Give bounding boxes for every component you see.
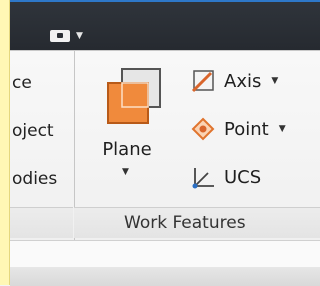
quick-access-button[interactable]: ▼ (50, 26, 100, 46)
ucs-label: UCS (224, 166, 262, 188)
ucs-icon (192, 168, 214, 189)
axis-button[interactable]: Axis ▼ (190, 65, 278, 97)
ribbon-item-partial-3[interactable]: odies (12, 169, 57, 189)
quick-access-icon (50, 30, 70, 42)
plane-button[interactable]: Plane ▼ (98, 63, 170, 193)
adjacent-panel-footer (10, 207, 73, 238)
point-label: Point (224, 118, 269, 140)
point-button[interactable]: Point ▼ (190, 113, 286, 145)
plane-icon (107, 68, 161, 124)
panel-title: Work Features (124, 213, 246, 233)
ribbon-item-partial-2[interactable]: oject (12, 121, 54, 141)
work-features-panel-title[interactable]: Work Features (74, 207, 320, 238)
axis-label: Axis (224, 70, 262, 92)
plane-label: Plane (102, 139, 152, 160)
chevron-down-icon: ▼ (271, 76, 279, 86)
chevron-down-icon: ▼ (278, 124, 286, 134)
title-bar: ▼ (0, 0, 320, 50)
ucs-button[interactable]: UCS (190, 161, 261, 193)
chevron-down-icon: ▼ (122, 167, 129, 177)
chevron-down-icon: ▼ (76, 30, 83, 41)
yellow-side-panel (0, 0, 10, 285)
ribbon-item-partial-1[interactable]: ce (12, 73, 32, 93)
point-icon (191, 117, 215, 141)
axis-icon (191, 70, 214, 93)
lower-area (10, 240, 320, 286)
